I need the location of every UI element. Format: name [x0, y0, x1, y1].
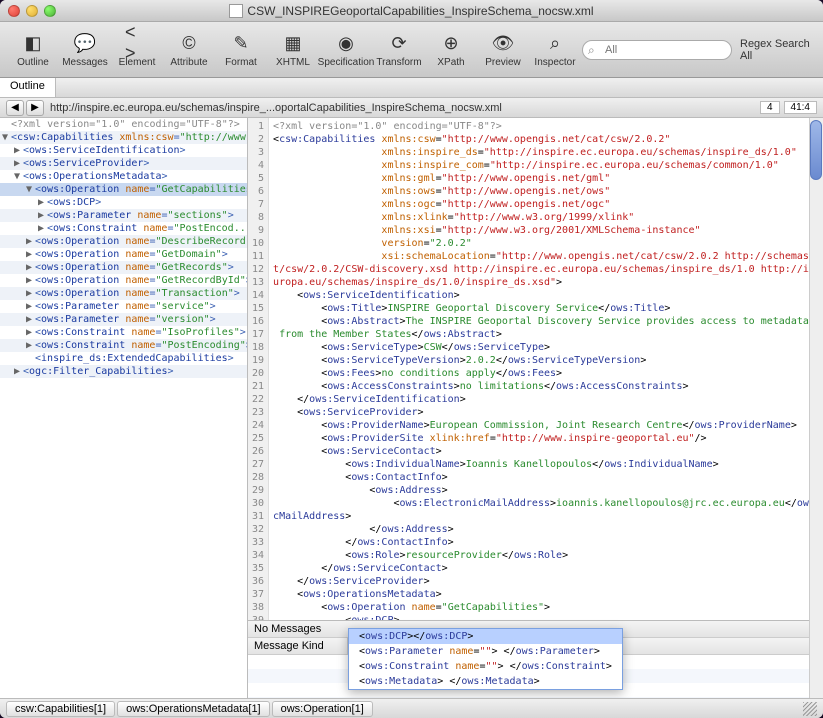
outline-row[interactable]: ▶<ows:Operation name="GetRecordById">: [0, 274, 247, 287]
autocomplete-item[interactable]: <ows:Constraint name=""> </ows:Constrain…: [349, 659, 622, 674]
disclosure-triangle[interactable]: ▶: [14, 145, 23, 156]
back-button[interactable]: ◀: [6, 100, 24, 116]
messages-icon: 💬: [73, 31, 97, 55]
toolbar-inspector[interactable]: ⌕Inspector: [530, 26, 580, 74]
scroll-thumb[interactable]: [810, 120, 822, 180]
zoom-button[interactable]: [44, 5, 56, 17]
url-display: http://inspire.ec.europa.eu/schemas/insp…: [50, 102, 760, 114]
inspector-icon: ⌕: [543, 31, 567, 55]
outline-row[interactable]: ▶<ows:DCP>: [0, 196, 247, 209]
outline-row[interactable]: ▶<ows:Parameter name="sections">: [0, 209, 247, 222]
code-view[interactable]: 1234567891011121314151617181920212223242…: [248, 118, 823, 620]
editor: 1234567891011121314151617181920212223242…: [248, 118, 823, 698]
outline-row[interactable]: ▼<ows:Operation name="GetCapabilities">: [0, 183, 247, 196]
disclosure-triangle[interactable]: ▶: [26, 262, 35, 273]
window-title: CSW_INSPIREGeoportalCapabilities_Inspire…: [0, 4, 823, 18]
line-gutter: 1234567891011121314151617181920212223242…: [248, 118, 269, 620]
autocomplete-popup[interactable]: <ows:DCP></ows:DCP><ows:Parameter name="…: [348, 628, 623, 690]
vertical-scrollbar[interactable]: [809, 118, 823, 620]
toolbar-xhtml[interactable]: ▦XHTML: [268, 26, 318, 74]
sidebar-tabbar: Outline: [0, 78, 823, 98]
xpath-icon: ⊕: [439, 31, 463, 55]
disclosure-triangle[interactable]: ▶: [26, 327, 35, 338]
outline-row[interactable]: ▶<ows:Operation name="GetRecords">: [0, 261, 247, 274]
outline-row[interactable]: ▶<ows:Parameter name="version">: [0, 313, 247, 326]
app-window: CSW_INSPIREGeoportalCapabilities_Inspire…: [0, 0, 823, 718]
outline-row[interactable]: ▶<ows:Operation name="Transaction">: [0, 287, 247, 300]
outline-row[interactable]: ▶<ows:ServiceProvider>: [0, 157, 247, 170]
toolbar-messages[interactable]: 💬Messages: [60, 26, 110, 74]
transform-icon: ⟳: [387, 31, 411, 55]
disclosure-triangle[interactable]: ▶: [14, 366, 23, 377]
disclosure-triangle[interactable]: ▶: [38, 210, 47, 221]
toolbar-outline[interactable]: ◧Outline: [8, 26, 58, 74]
toolbar: ◧Outline💬Messages< >Element©Attribute✎Fo…: [0, 22, 823, 78]
disclosure-triangle[interactable]: ▶: [38, 223, 47, 234]
disclosure-triangle[interactable]: ▶: [26, 275, 35, 286]
outline-row[interactable]: ▶<ows:Operation name="GetDomain">: [0, 248, 247, 261]
file-icon: [229, 4, 243, 18]
toolbar-element[interactable]: < >Element: [112, 26, 162, 74]
outline-row[interactable]: ▶<ows:Operation name="DescribeRecord">: [0, 235, 247, 248]
resize-grip[interactable]: [803, 702, 817, 716]
attribute-icon: ©: [177, 31, 201, 55]
breadcrumb-item[interactable]: ows:OperationsMetadata[1]: [117, 701, 270, 717]
disclosure-triangle[interactable]: ▶: [26, 314, 35, 325]
breadcrumb-bar: csw:Capabilities[1]ows:OperationsMetadat…: [0, 698, 823, 718]
search-icon: ⌕: [588, 43, 595, 58]
autocomplete-item[interactable]: <ows:DCP></ows:DCP>: [349, 629, 622, 644]
breadcrumb-item[interactable]: csw:Capabilities[1]: [6, 701, 115, 717]
minimize-button[interactable]: [26, 5, 38, 17]
disclosure-triangle[interactable]: ▶: [26, 288, 35, 299]
regex-search-label[interactable]: Regex Search All: [740, 38, 815, 62]
toolbar-format[interactable]: ✎Format: [216, 26, 266, 74]
outline-row[interactable]: ▼<ows:OperationsMetadata>: [0, 170, 247, 183]
outline-row[interactable]: ▶<ogc:Filter_Capabilities>: [0, 365, 247, 378]
disclosure-triangle[interactable]: ▶: [26, 249, 35, 260]
disclosure-triangle[interactable]: ▶: [26, 301, 35, 312]
outline-row[interactable]: ▶<ows:Parameter name="service">: [0, 300, 247, 313]
history-index: 4: [760, 101, 780, 114]
outline-row[interactable]: ▶<ows:Constraint name="PostEncoding">: [0, 339, 247, 352]
toolbar-transform[interactable]: ⟳Transform: [374, 26, 424, 74]
breadcrumb-item[interactable]: ows:Operation[1]: [272, 701, 373, 717]
outline-row[interactable]: ▶<ows:ServiceIdentification>: [0, 144, 247, 157]
xhtml-icon: ▦: [281, 31, 305, 55]
toolbar-attribute[interactable]: ©Attribute: [164, 26, 214, 74]
preview-icon: 👁: [491, 31, 515, 55]
search-input[interactable]: [582, 40, 732, 60]
autocomplete-item[interactable]: <ows:Parameter name=""> </ows:Parameter>: [349, 644, 622, 659]
col-message-kind[interactable]: Message Kind: [248, 638, 348, 654]
outline-tree[interactable]: <?xml version="1.0" encoding="UTF-8"?>▼<…: [0, 118, 247, 698]
toolbar-specification[interactable]: ◉Specification: [320, 26, 372, 74]
disclosure-triangle[interactable]: ▶: [26, 340, 35, 351]
code-lines[interactable]: <?xml version="1.0" encoding="UTF-8"?><c…: [269, 118, 823, 620]
address-bar: ◀ ▶ http://inspire.ec.europa.eu/schemas/…: [0, 98, 823, 118]
element-icon: < >: [125, 31, 149, 55]
specification-icon: ◉: [334, 31, 358, 55]
toolbar-xpath[interactable]: ⊕XPath: [426, 26, 476, 74]
sidebar: <?xml version="1.0" encoding="UTF-8"?>▼<…: [0, 118, 248, 698]
toolbar-preview[interactable]: 👁Preview: [478, 26, 528, 74]
format-icon: ✎: [229, 31, 253, 55]
close-button[interactable]: [8, 5, 20, 17]
disclosure-triangle[interactable]: ▼: [26, 184, 35, 195]
cursor-position: 41:4: [784, 101, 817, 114]
tab-outline[interactable]: Outline: [0, 78, 56, 97]
forward-button[interactable]: ▶: [26, 100, 44, 116]
outline-row[interactable]: <?xml version="1.0" encoding="UTF-8"?>: [0, 118, 247, 131]
outline-row[interactable]: <inspire_ds:ExtendedCapabilities>: [0, 352, 247, 365]
window-controls: [8, 5, 56, 17]
outline-row[interactable]: ▶<ows:Constraint name="IsoProfiles">: [0, 326, 247, 339]
disclosure-triangle[interactable]: ▶: [14, 158, 23, 169]
disclosure-triangle[interactable]: ▶: [26, 236, 35, 247]
outline-row[interactable]: ▼<csw:Capabilities xmlns:csw="http://www…: [0, 131, 247, 144]
outline-row[interactable]: ▶<ows:Constraint name="PostEncod...: [0, 222, 247, 235]
disclosure-triangle[interactable]: ▼: [2, 132, 11, 143]
disclosure-triangle[interactable]: ▶: [38, 197, 47, 208]
outline-icon: ◧: [21, 31, 45, 55]
disclosure-triangle[interactable]: ▼: [14, 171, 23, 182]
titlebar[interactable]: CSW_INSPIREGeoportalCapabilities_Inspire…: [0, 0, 823, 22]
autocomplete-item[interactable]: <ows:Metadata> </ows:Metadata>: [349, 674, 622, 689]
